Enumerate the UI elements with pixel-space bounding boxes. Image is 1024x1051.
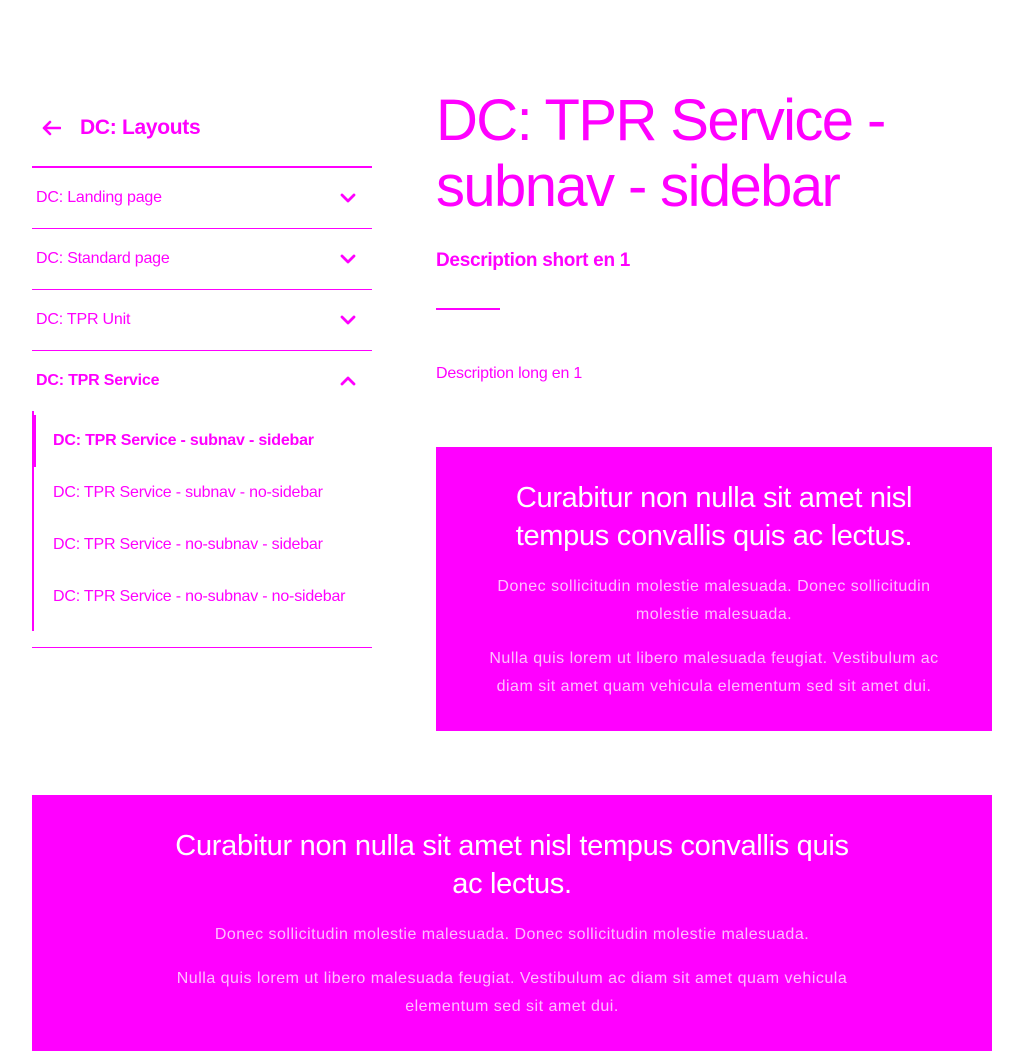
- sidebar-item-landing-page[interactable]: DC: Landing page: [32, 168, 372, 229]
- sidebar-item-tpr-unit[interactable]: DC: TPR Unit: [32, 290, 372, 351]
- subnav-item-no-subnav-sidebar[interactable]: DC: TPR Service - no-subnav - sidebar: [34, 519, 372, 571]
- sidebar-item-label: DC: TPR Unit: [36, 311, 131, 328]
- subnav-list: DC: TPR Service - subnav - sidebar DC: T…: [32, 411, 372, 631]
- divider: [436, 308, 500, 310]
- back-link-label: DC: Layouts: [80, 116, 201, 139]
- callout-paragraph: Nulla quis lorem ut libero malesuada feu…: [489, 650, 939, 695]
- callout-paragraph: Nulla quis lorem ut libero malesuada feu…: [176, 970, 848, 1015]
- arrow-left-icon: [40, 117, 62, 139]
- chevron-down-icon: [338, 310, 358, 330]
- callout-title: Curabitur non nulla sit amet nisl tempus…: [175, 830, 849, 900]
- callout-paragraph: Donec sollicitudin molestie malesuada. D…: [497, 578, 931, 623]
- callout-title: Curabitur non nulla sit amet nisl tempus…: [515, 482, 913, 552]
- callout-block-wide: Curabitur non nulla sit amet nisl tempus…: [32, 795, 992, 1051]
- sidebar-item-tpr-service[interactable]: DC: TPR Service: [32, 351, 372, 411]
- chevron-down-icon: [338, 249, 358, 269]
- callout-paragraph: Donec sollicitudin molestie malesuada. D…: [214, 926, 810, 943]
- subnav-item-no-subnav-no-sidebar[interactable]: DC: TPR Service - no-subnav - no-sidebar: [34, 571, 372, 623]
- sidebar-item-standard-page[interactable]: DC: Standard page: [32, 229, 372, 290]
- sidebar-item-label: DC: Standard page: [36, 250, 170, 267]
- subnav-item-subnav-no-sidebar[interactable]: DC: TPR Service - subnav - no-sidebar: [34, 467, 372, 519]
- back-link[interactable]: DC: Layouts: [32, 108, 372, 168]
- page-title: DC: TPR Service - subnav - sidebar: [436, 88, 886, 219]
- chevron-up-icon: [338, 371, 358, 391]
- subnav-container: DC: TPR Service - subnav - sidebar DC: T…: [32, 411, 372, 648]
- description-long: Description long en 1: [436, 365, 583, 382]
- chevron-down-icon: [338, 188, 358, 208]
- sidebar-item-label: DC: Landing page: [36, 189, 162, 206]
- subnav-item-subnav-sidebar[interactable]: DC: TPR Service - subnav - sidebar: [32, 415, 372, 467]
- callout-block-sidebar: Curabitur non nulla sit amet nisl tempus…: [436, 447, 992, 731]
- sidebar-item-label: DC: TPR Service: [36, 372, 160, 389]
- main-content: DC: TPR Service - subnav - sidebar Descr…: [436, 88, 992, 383]
- description-short: Description short en 1: [436, 250, 630, 271]
- sidebar-nav: DC: Layouts DC: Landing page DC: Standar…: [32, 108, 372, 648]
